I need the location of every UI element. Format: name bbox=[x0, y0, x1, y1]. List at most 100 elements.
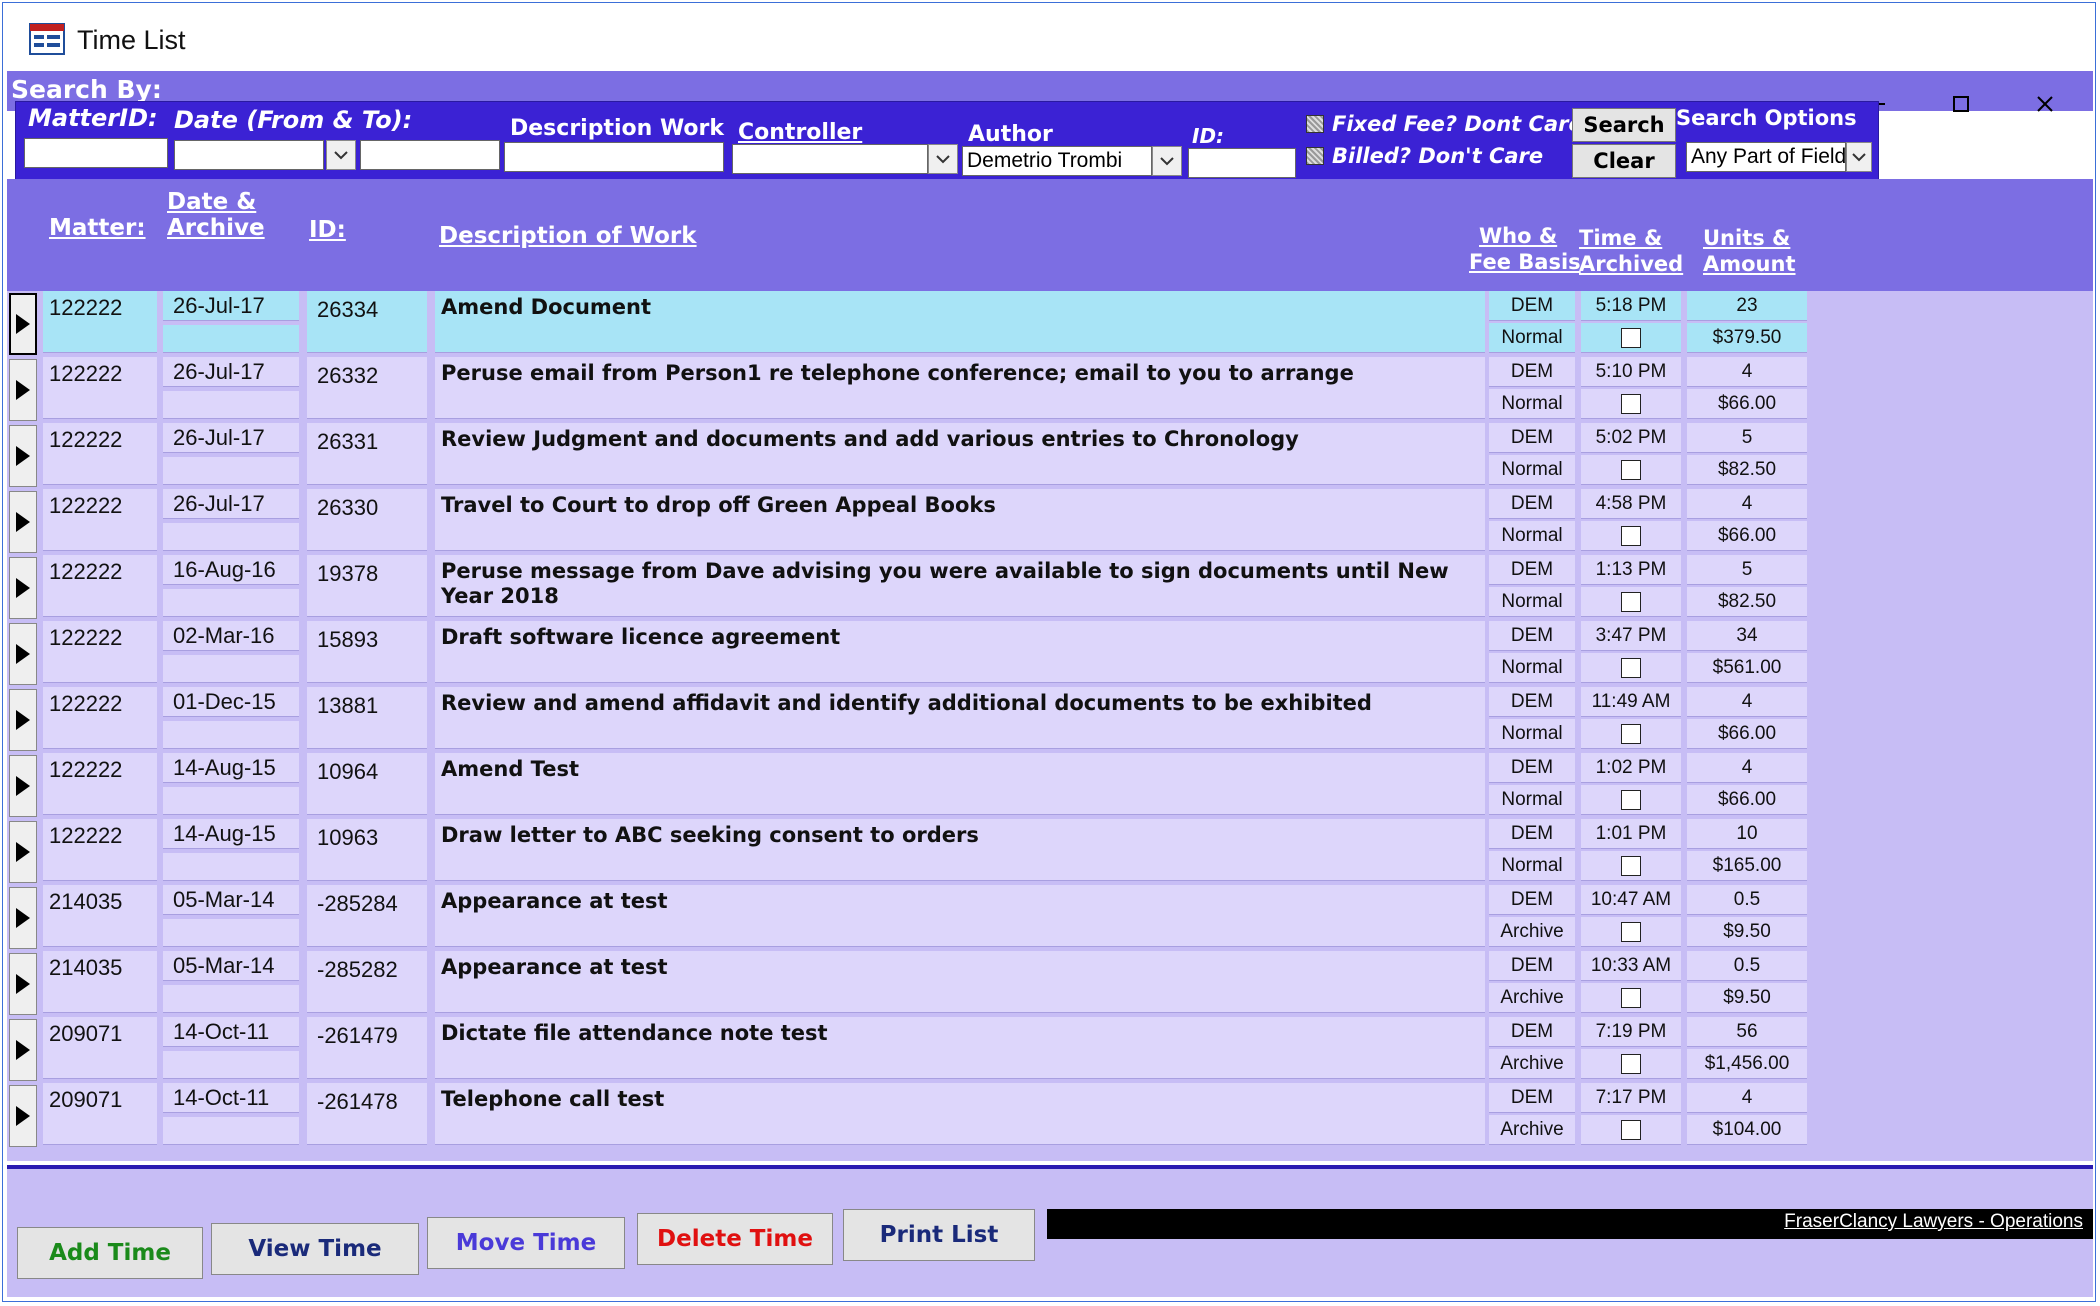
description-cell[interactable]: Appearance at test bbox=[435, 885, 1485, 947]
archived-checkbox[interactable] bbox=[1621, 987, 1641, 1008]
who-cell[interactable]: DEM bbox=[1489, 357, 1575, 387]
archive-date-cell[interactable] bbox=[163, 919, 299, 947]
time-cell[interactable]: 11:49 AM bbox=[1581, 687, 1681, 717]
id-cell[interactable]: 19378 bbox=[307, 555, 427, 617]
fee-basis-cell[interactable]: Archive bbox=[1489, 983, 1575, 1013]
archive-date-cell[interactable] bbox=[163, 457, 299, 485]
description-cell[interactable]: Dictate file attendance note test bbox=[435, 1017, 1485, 1079]
archived-cell[interactable] bbox=[1581, 389, 1681, 419]
id-cell[interactable]: 26331 bbox=[307, 423, 427, 485]
units-cell[interactable]: 0.5 bbox=[1687, 951, 1807, 981]
amount-cell[interactable]: $379.50 bbox=[1687, 323, 1807, 353]
close-button[interactable] bbox=[2003, 81, 2087, 127]
table-row[interactable]: 214035 05-Mar-14 -285282 Appearance at test… bbox=[7, 951, 1807, 1017]
date-cell[interactable]: 01-Dec-15 bbox=[163, 687, 299, 717]
description-cell[interactable]: Amend Document bbox=[435, 291, 1485, 353]
archive-date-cell[interactable] bbox=[163, 721, 299, 749]
archived-checkbox[interactable] bbox=[1621, 525, 1641, 546]
view-time-button[interactable]: View Time bbox=[211, 1223, 419, 1275]
matter-cell[interactable]: 122222 bbox=[43, 489, 157, 551]
date-from-input[interactable] bbox=[174, 140, 324, 170]
matter-cell[interactable]: 122222 bbox=[43, 357, 157, 419]
fee-basis-cell[interactable]: Normal bbox=[1489, 851, 1575, 881]
table-row[interactable]: 209071 14-Oct-11 -261478 Telephone call tes… bbox=[7, 1083, 1807, 1149]
archived-cell[interactable] bbox=[1581, 851, 1681, 881]
description-cell[interactable]: Travel to Court to drop off Green Appeal… bbox=[435, 489, 1485, 551]
fee-basis-cell[interactable]: Normal bbox=[1489, 455, 1575, 485]
table-row[interactable]: 122222 16-Aug-16 19378 Peruse message from … bbox=[7, 555, 1807, 621]
move-time-button[interactable]: Move Time bbox=[427, 1217, 625, 1269]
table-row[interactable]: 122222 14-Aug-15 10963 Draw letter to ABC s… bbox=[7, 819, 1807, 885]
fixed-fee-checkbox[interactable] bbox=[1306, 115, 1324, 133]
date-cell[interactable]: 26-Jul-17 bbox=[163, 423, 299, 453]
id-cell[interactable]: -261479 bbox=[307, 1017, 427, 1079]
table-row[interactable]: 122222 26-Jul-17 26332 Peruse email from Pe… bbox=[7, 357, 1807, 423]
id-cell[interactable]: -285282 bbox=[307, 951, 427, 1013]
date-cell[interactable]: 26-Jul-17 bbox=[163, 291, 299, 321]
description-cell[interactable]: Review and amend affidavit and identify … bbox=[435, 687, 1485, 749]
table-row[interactable]: 122222 02-Mar-16 15893 Draft software licen… bbox=[7, 621, 1807, 687]
time-cell[interactable]: 1:02 PM bbox=[1581, 753, 1681, 783]
description-cell[interactable]: Peruse message from Dave advising you we… bbox=[435, 555, 1485, 617]
description-work-input[interactable] bbox=[504, 142, 724, 172]
archived-checkbox[interactable] bbox=[1621, 921, 1641, 942]
print-list-button[interactable]: Print List bbox=[843, 1209, 1035, 1261]
units-column-header-line1[interactable]: Units & bbox=[1703, 225, 1790, 251]
who-cell[interactable]: DEM bbox=[1489, 423, 1575, 453]
amount-cell[interactable]: $104.00 bbox=[1687, 1115, 1807, 1145]
fee-basis-cell[interactable]: Normal bbox=[1489, 521, 1575, 551]
id-cell[interactable]: 10963 bbox=[307, 819, 427, 881]
controller-dropdown[interactable] bbox=[928, 144, 958, 174]
archived-checkbox[interactable] bbox=[1621, 657, 1641, 678]
description-cell[interactable]: Peruse email from Person1 re telephone c… bbox=[435, 357, 1485, 419]
time-cell[interactable]: 5:10 PM bbox=[1581, 357, 1681, 387]
archived-checkbox[interactable] bbox=[1621, 393, 1641, 414]
time-cell[interactable]: 4:58 PM bbox=[1581, 489, 1681, 519]
units-cell[interactable]: 4 bbox=[1687, 489, 1807, 519]
matter-cell[interactable]: 122222 bbox=[43, 423, 157, 485]
id-cell[interactable]: -261478 bbox=[307, 1083, 427, 1145]
who-cell[interactable]: DEM bbox=[1489, 951, 1575, 981]
matter-cell[interactable]: 122222 bbox=[43, 753, 157, 815]
amount-cell[interactable]: $66.00 bbox=[1687, 719, 1807, 749]
units-cell[interactable]: 5 bbox=[1687, 423, 1807, 453]
add-time-button[interactable]: Add Time bbox=[17, 1227, 203, 1279]
time-cell[interactable]: 10:33 AM bbox=[1581, 951, 1681, 981]
search-options-dropdown[interactable] bbox=[1846, 142, 1872, 172]
matter-cell[interactable]: 122222 bbox=[43, 555, 157, 617]
id-cell[interactable]: -285284 bbox=[307, 885, 427, 947]
record-selector-icon[interactable] bbox=[9, 293, 37, 355]
id-column-header[interactable]: ID: bbox=[309, 217, 346, 244]
table-row[interactable]: 122222 01-Dec-15 13881 Review and amend aff… bbox=[7, 687, 1807, 753]
amount-cell[interactable]: $165.00 bbox=[1687, 851, 1807, 881]
units-cell[interactable]: 34 bbox=[1687, 621, 1807, 651]
record-selector-icon[interactable] bbox=[9, 623, 37, 685]
table-row[interactable]: 214035 05-Mar-14 -285284 Appearance at test… bbox=[7, 885, 1807, 951]
units-cell[interactable]: 4 bbox=[1687, 753, 1807, 783]
fee-basis-cell[interactable]: Normal bbox=[1489, 653, 1575, 683]
amount-cell[interactable]: $561.00 bbox=[1687, 653, 1807, 683]
matter-column-header[interactable]: Matter: bbox=[49, 215, 146, 242]
record-selector-icon[interactable] bbox=[9, 887, 37, 949]
search-options-select[interactable]: Any Part of Field bbox=[1686, 142, 1846, 172]
archived-cell[interactable] bbox=[1581, 587, 1681, 617]
archived-cell[interactable] bbox=[1581, 323, 1681, 353]
table-row[interactable]: 209071 14-Oct-11 -261479 Dictate file atten… bbox=[7, 1017, 1807, 1083]
archived-checkbox[interactable] bbox=[1621, 723, 1641, 744]
units-cell[interactable]: 23 bbox=[1687, 291, 1807, 321]
archived-checkbox[interactable] bbox=[1621, 591, 1641, 612]
record-selector-icon[interactable] bbox=[9, 557, 37, 619]
who-cell[interactable]: DEM bbox=[1489, 753, 1575, 783]
archive-date-cell[interactable] bbox=[163, 1051, 299, 1079]
archived-cell[interactable] bbox=[1581, 785, 1681, 815]
date-cell[interactable]: 14-Oct-11 bbox=[163, 1083, 299, 1113]
maximize-button[interactable] bbox=[1919, 81, 2003, 127]
who-cell[interactable]: DEM bbox=[1489, 555, 1575, 585]
amount-cell[interactable]: $66.00 bbox=[1687, 785, 1807, 815]
description-cell[interactable]: Appearance at test bbox=[435, 951, 1485, 1013]
archive-date-cell[interactable] bbox=[163, 655, 299, 683]
description-cell[interactable]: Draw letter to ABC seeking consent to or… bbox=[435, 819, 1485, 881]
description-cell[interactable]: Review Judgment and documents and add va… bbox=[435, 423, 1485, 485]
units-cell[interactable]: 4 bbox=[1687, 687, 1807, 717]
archived-cell[interactable] bbox=[1581, 917, 1681, 947]
